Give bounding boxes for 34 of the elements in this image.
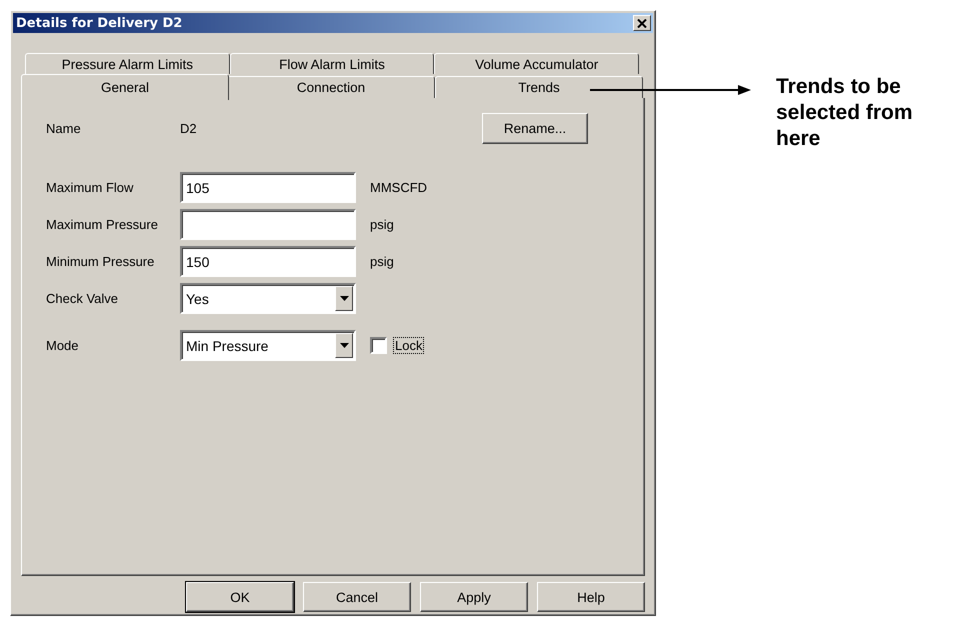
field-label: Maximum Pressure [46,217,159,232]
field-label: Name [46,120,82,136]
tab[interactable]: Flow Alarm Limits [230,53,434,74]
unit-label: psig [370,254,394,269]
unit-label: MMSCFD [370,180,428,195]
caret-icon [335,286,353,311]
dialog-button[interactable]: Apply [420,582,528,612]
name-value: D2 [180,120,198,136]
close-button[interactable] [633,15,651,31]
window-title: Details for Delivery D2 [16,16,182,30]
dropdown[interactable]: Min Pressure [180,330,356,361]
dropdown[interactable]: Yes [180,283,356,314]
unit-label: psig [370,217,394,232]
input-field[interactable] [180,209,356,240]
field-label: Maximum Flow [46,180,134,195]
field-label: Check Valve [46,291,120,306]
tab[interactable]: Pressure Alarm Limits [25,53,230,74]
annotation-text: Trends to be selected from here [776,74,914,152]
dialog-button[interactable]: Cancel [303,582,411,612]
dialog-button[interactable]: Help [537,582,645,612]
rename-button[interactable]: Rename... [482,112,588,144]
field-label: Mode [46,338,80,353]
field-label: Minimum Pressure [46,254,156,269]
checkbox-label[interactable]: Lock [393,337,424,354]
checkbox[interactable] [370,337,387,354]
tab[interactable]: General [21,74,229,100]
tab[interactable]: Trends [435,76,643,98]
tab[interactable]: Connection [227,76,435,98]
tab[interactable]: Volume Accumulator [434,53,640,74]
close-icon [637,18,647,28]
caret-icon [335,333,353,358]
input-field[interactable]: 150 [180,246,356,277]
input-field[interactable]: 105 [180,172,356,203]
dialog-button[interactable]: OK [186,582,294,612]
